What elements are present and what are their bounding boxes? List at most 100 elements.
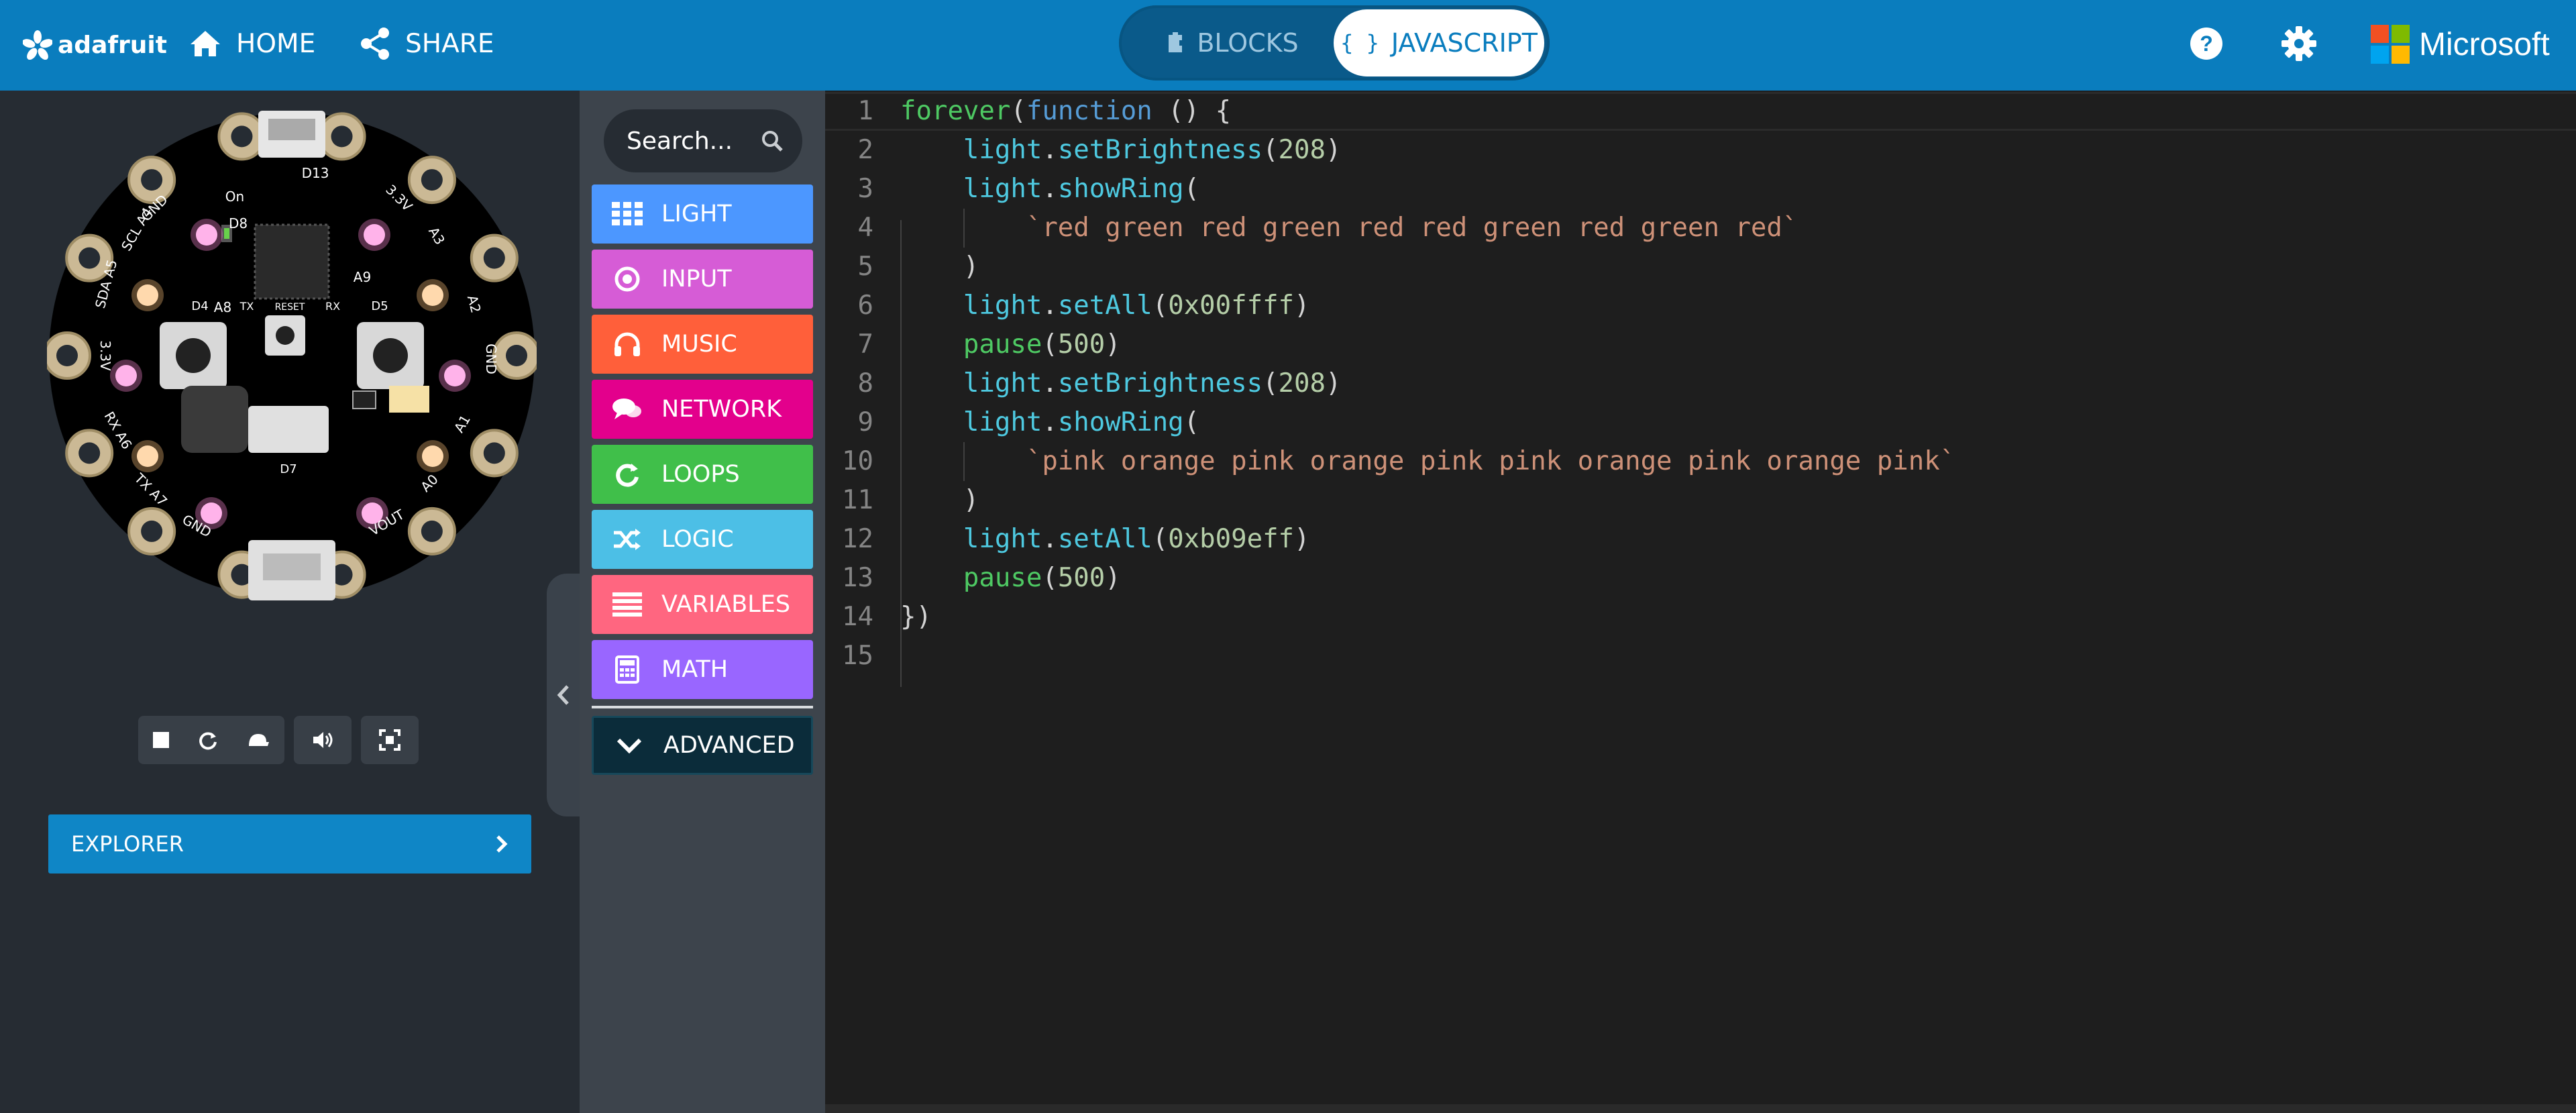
category-network[interactable]: NETWORK (592, 380, 813, 439)
code-line[interactable]: 1 forever(function () { (825, 92, 2576, 131)
share-label: SHARE (405, 28, 494, 59)
line-number: 11 (842, 485, 873, 515)
code-token: ) (1105, 329, 1121, 360)
code-token: . (1042, 174, 1058, 204)
code-token: 0x00ffff (1168, 290, 1295, 321)
microsoft-logo[interactable]: Microsoft (2371, 23, 2550, 66)
help-icon: ? (2190, 28, 2222, 60)
code-line[interactable]: 13 pause(500) (825, 559, 2576, 598)
code-token: ) (1294, 524, 1310, 554)
adafruit-flower-icon (23, 30, 52, 60)
code-token: ( (1183, 174, 1200, 204)
code-line[interactable]: 4 `red green red green red red green red… (825, 209, 2576, 248)
category-variables[interactable]: VARIABLES (592, 575, 813, 634)
blocks-tab[interactable]: BLOCKS (1124, 9, 1339, 76)
toolbox-search[interactable]: Search... (604, 109, 802, 172)
code-text: `red green red green red red green red g… (900, 209, 1799, 248)
category-input[interactable]: INPUT (592, 250, 813, 309)
line-number: 2 (857, 135, 873, 165)
fullscreen-button[interactable] (361, 716, 419, 764)
category-music[interactable]: MUSIC (592, 315, 813, 374)
line-number: 13 (842, 563, 873, 593)
category-light-label: LIGHT (661, 201, 732, 227)
javascript-tab[interactable]: { } JAVASCRIPT (1334, 9, 1544, 76)
code-line[interactable]: 2 light.setBrightness(208) (825, 131, 2576, 170)
category-logic[interactable]: LOGIC (592, 510, 813, 569)
blocks-label: BLOCKS (1197, 28, 1299, 58)
code-line[interactable]: 15 (825, 637, 2576, 676)
headphones-icon (610, 327, 644, 361)
simulator-controls (138, 716, 419, 764)
search-icon (762, 131, 783, 152)
code-line[interactable]: 6 light.setAll(0x00ffff) (825, 286, 2576, 325)
category-light[interactable]: LIGHT (592, 184, 813, 244)
board-pin-hole (421, 520, 443, 542)
mute-button[interactable] (294, 716, 352, 764)
stop-button[interactable] (152, 731, 170, 749)
home-button[interactable]: HOME (189, 20, 315, 67)
refresh-icon (610, 458, 644, 491)
home-icon (191, 31, 220, 56)
line-number: 4 (857, 213, 873, 243)
code-line[interactable]: 11 ) (825, 481, 2576, 520)
slow-mo-icon (249, 734, 269, 746)
board-pin-hole (56, 345, 78, 366)
category-advanced[interactable]: ADVANCED (592, 716, 813, 775)
collapse-simulator-button[interactable] (547, 574, 580, 816)
code-token: light (963, 368, 1042, 399)
indent-guide (963, 442, 965, 481)
code-text: forever(function () { (900, 92, 1231, 131)
code-token: showRing (1057, 174, 1184, 204)
code-line[interactable]: 8 light.setBrightness(208) (825, 364, 2576, 403)
category-loops[interactable]: LOOPS (592, 445, 813, 504)
code-text: pause(500) (900, 325, 1121, 364)
slow-mo-button[interactable] (246, 730, 270, 750)
chevron-left-icon (557, 685, 569, 705)
circuit-playground-board[interactable]: On GND D13 3.3V A3 A2 GND A1 A0 VOUT GND… (47, 111, 537, 600)
code-token: . (1042, 290, 1058, 321)
code-token: . (1042, 135, 1058, 165)
code-text: light.setAll(0xb09eff) (900, 520, 1310, 559)
code-token: ) (1326, 135, 1342, 165)
mute-icon (313, 732, 333, 748)
code-token: `pink orange pink orange pink pink orang… (1026, 446, 1956, 476)
code-token: 208 (1278, 368, 1326, 399)
code-line[interactable]: 10 `pink orange pink orange pink pink or… (825, 442, 2576, 481)
code-line[interactable]: 12 light.setAll(0xb09eff) (825, 520, 2576, 559)
indent-guide (963, 209, 965, 248)
code-token: light (963, 135, 1042, 165)
restart-button[interactable] (198, 730, 218, 750)
code-token: ( (1152, 290, 1169, 321)
code-text: }) (900, 598, 932, 637)
svg-text:3.3V: 3.3V (97, 340, 113, 371)
settings-button[interactable] (2275, 20, 2322, 67)
code-line[interactable]: 5 ) (825, 248, 2576, 286)
code-token: 0xb09eff (1168, 524, 1295, 554)
code-line[interactable]: 14}) (825, 598, 2576, 637)
code-line[interactable]: 3 light.showRing( (825, 170, 2576, 209)
search-input[interactable]: Search... (627, 127, 733, 155)
fullscreen-icon (379, 729, 400, 751)
code-token: ( (1042, 329, 1058, 360)
sim-main-controls (138, 716, 284, 764)
code-token: setBrightness (1057, 135, 1263, 165)
svg-text:A9: A9 (354, 269, 371, 285)
category-math[interactable]: MATH (592, 640, 813, 699)
explorer-button[interactable]: EXPLORER (48, 814, 531, 873)
board-pin-hole (141, 169, 163, 191)
line-number: 5 (857, 252, 873, 282)
share-button[interactable]: SHARE (360, 20, 494, 67)
code-line[interactable]: 7 pause(500) (825, 325, 2576, 364)
line-number: 14 (842, 602, 873, 632)
microsoft-label: Microsoft (2419, 26, 2550, 62)
board-pin-hole (421, 169, 443, 191)
code-line[interactable]: 9 light.showRing( (825, 403, 2576, 442)
code-token: setAll (1057, 524, 1152, 554)
code-editor[interactable]: 1 forever(function () {2 light.setBrightn… (825, 91, 2576, 1104)
code-token: . (1042, 524, 1058, 554)
adafruit-logo[interactable]: adafruit (23, 23, 167, 67)
help-button[interactable]: ? (2183, 20, 2230, 67)
editor-horizontal-scrollbar[interactable] (825, 1104, 2576, 1113)
